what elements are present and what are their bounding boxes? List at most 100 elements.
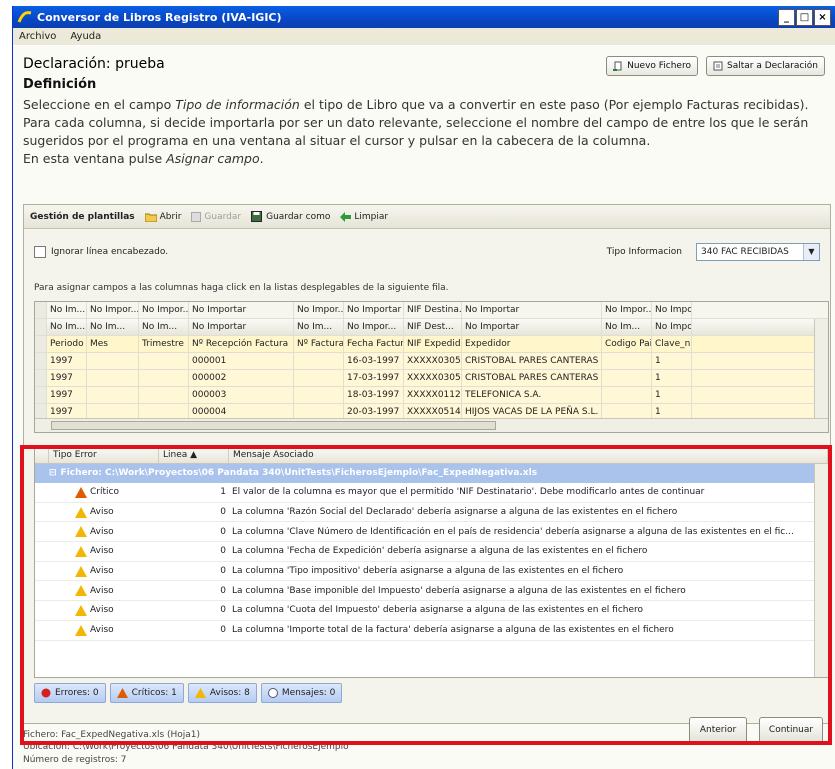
table-row-cell	[87, 387, 139, 403]
table-row-cell: 1	[652, 353, 692, 369]
document-icon	[713, 61, 723, 71]
validation-row[interactable]: Crítico 1 El valor de la columna es mayor …	[35, 483, 828, 503]
info-type-value: 340 FAC RECIBIDAS	[701, 247, 789, 257]
tab-mensajes[interactable]: Mensajes: 0	[260, 683, 343, 703]
tab-avisos[interactable]: Avisos: 8	[187, 683, 257, 703]
field-combo-row-cell[interactable]: No Import	[652, 302, 692, 318]
chevron-down-icon[interactable]: ▼	[803, 244, 819, 260]
column-header-row-cell[interactable]: No Im...	[87, 319, 139, 335]
field-name-row-cell: Fecha Factura	[344, 336, 404, 352]
field-name-row-cell: Mes	[87, 336, 139, 352]
close-button[interactable]: ×	[814, 8, 831, 26]
save-template-button[interactable]: Guardar	[191, 211, 241, 222]
column-header-row-cell[interactable]: No Im...	[294, 319, 344, 335]
validation-row[interactable]: Aviso 0 La columna 'Razón Social del Decla…	[35, 503, 828, 523]
assign-note: Para asignar campos a las columnas haga …	[34, 283, 449, 293]
critical-icon	[75, 486, 87, 498]
col-mensaje[interactable]: Mensaje Asociado	[229, 446, 828, 463]
table-row-cell	[139, 387, 189, 403]
collapse-icon[interactable]: ⊟	[49, 464, 57, 483]
file-group-row[interactable]: ⊟ Fichero: C:\Work\Proyectos\06 Pandata …	[35, 464, 828, 483]
field-name-row-cell: Expedidor	[462, 336, 602, 352]
table-row-cell: XXXXX0305	[404, 353, 462, 369]
previous-button[interactable]: Anterior	[689, 717, 747, 743]
field-combo-row-cell[interactable]: No Impor...	[87, 302, 139, 318]
save-as-label: Guardar como	[266, 211, 331, 222]
warning-icon	[194, 688, 206, 698]
column-header-row-cell[interactable]: No Importar	[462, 319, 602, 335]
field-combo-row-cell[interactable]: No Impor...	[602, 302, 652, 318]
info-type-select[interactable]: 340 FAC RECIBIDAS ▼	[696, 243, 820, 261]
save-as-template-button[interactable]: Guardar como	[251, 211, 330, 222]
col-linea[interactable]: Linea ▲	[159, 446, 229, 463]
error-type-label: Aviso	[90, 526, 114, 537]
col-tipo-error[interactable]: Tipo Error	[49, 446, 159, 463]
column-header-row-cell[interactable]: No Impor...	[344, 319, 404, 335]
field-combo-row-cell[interactable]: No Impor...	[294, 302, 344, 318]
source-data-grid: No Im... No Impor... No Impor... No Importa…	[34, 301, 829, 433]
validation-scrollbar[interactable]	[814, 464, 828, 677]
grid-horizontal-scrollbar[interactable]	[35, 418, 828, 432]
message-cell: La columna 'Importe total de la factura'…	[232, 625, 674, 636]
column-header-row-cell[interactable]: NIF Dest...	[404, 319, 462, 335]
clear-template-button[interactable]: Limpiar	[340, 211, 388, 222]
error-type-cell: Aviso	[35, 545, 155, 557]
error-type-label: Aviso	[90, 546, 114, 557]
error-icon	[41, 688, 51, 698]
maximize-button[interactable]: □	[796, 8, 813, 26]
message-cell: El valor de la columna es mayor que el p…	[232, 487, 705, 498]
ignore-header-label: Ignorar línea encabezado.	[51, 247, 169, 257]
column-header-row-cell[interactable]: No Import	[652, 319, 692, 335]
field-name-row-cell: Clave_nu	[652, 336, 692, 352]
message-cell: La columna 'Fecha de Expedición' debería…	[232, 546, 648, 557]
info-icon	[267, 688, 278, 698]
continue-button[interactable]: Continuar	[759, 717, 823, 743]
validation-row[interactable]: Aviso 0 La columna 'Base imponible del Imp…	[35, 581, 828, 602]
instr-p2b: .	[259, 151, 264, 166]
open-label: Abrir	[159, 211, 182, 222]
tab-criticos[interactable]: Críticos: 1	[109, 683, 184, 703]
open-template-button[interactable]: Abrir	[144, 211, 182, 222]
field-combo-row-cell[interactable]: No Importar	[344, 302, 404, 318]
grid-vertical-scrollbar[interactable]	[814, 319, 828, 420]
menu-ayuda[interactable]: Ayuda	[70, 31, 101, 42]
message-filter-tabs: Errores: 0 Críticos: 1 Avisos: 8 Mensaje…	[34, 683, 394, 703]
field-combo-row-cell[interactable]: No Impor...	[139, 302, 189, 318]
validation-row[interactable]: Aviso 0 La columna 'Fecha de Expedición' d…	[35, 542, 828, 562]
field-combo-row-cell[interactable]: No Importar	[462, 302, 602, 318]
row-indicator	[35, 353, 47, 369]
validation-row[interactable]: Aviso 0 La columna 'Importe total de la fa…	[35, 621, 828, 641]
table-row-cell	[602, 353, 652, 369]
column-header-row-cell[interactable]: No Im...	[139, 319, 189, 335]
scroll-thumb[interactable]	[51, 421, 496, 430]
tab-errores[interactable]: Errores: 0	[34, 683, 106, 703]
table-row: 1997 000003 18-03-1997 XXXXX0112 TELEFONICA …	[35, 387, 828, 404]
jump-to-declaration-button[interactable]: Saltar a Declaración	[705, 56, 825, 76]
field-name-row-cell: NIF Expedidor	[404, 336, 462, 352]
column-header-row-cell[interactable]: No Im...	[602, 319, 652, 335]
error-type-label: Aviso	[90, 585, 114, 596]
ignore-header-checkbox[interactable]: Ignorar línea encabezado.	[34, 246, 168, 258]
column-header-row-cell[interactable]: No Importar	[189, 319, 294, 335]
save-as-icon	[251, 211, 263, 222]
file-name: Fichero: Fac_ExpedNegativa.xls (Hoja1)	[23, 730, 201, 740]
validation-rows: Crítico 1 El valor de la columna es mayor …	[35, 483, 828, 641]
checkbox-box[interactable]	[34, 246, 46, 258]
validation-row[interactable]: Aviso 0 La columna 'Tipo impositivo' deber…	[35, 562, 828, 582]
new-file-button[interactable]: Nuevo Fichero	[606, 56, 698, 76]
field-combo-row-cell[interactable]: No Im...	[47, 302, 87, 318]
validation-grid: Tipo Error Linea ▲ Mensaje Asociado ⊟ Fi…	[34, 445, 829, 678]
validation-row[interactable]: Aviso 0 La columna 'Cuota del Impuesto' de…	[35, 601, 828, 621]
record-count: Número de registros: 7	[23, 755, 127, 765]
minimize-button[interactable]: _	[778, 8, 795, 26]
column-header-row-cell[interactable]: No Im...	[47, 319, 87, 335]
field-combo-row-cell[interactable]: NIF Destina...	[404, 302, 462, 318]
warning-icon	[75, 545, 87, 557]
field-combo-row-cell[interactable]: No Importar	[189, 302, 294, 318]
row-indicator	[35, 387, 47, 403]
validation-row[interactable]: Aviso 0 La columna 'Clave Número de Identi…	[35, 522, 828, 543]
table-row-cell: 000001	[189, 353, 294, 369]
table-row-cell	[602, 387, 652, 403]
menu-archivo[interactable]: Archivo	[19, 31, 56, 42]
title-bar[interactable]: Conversor de Libros Registro (IVA-IGIC) …	[13, 6, 835, 28]
